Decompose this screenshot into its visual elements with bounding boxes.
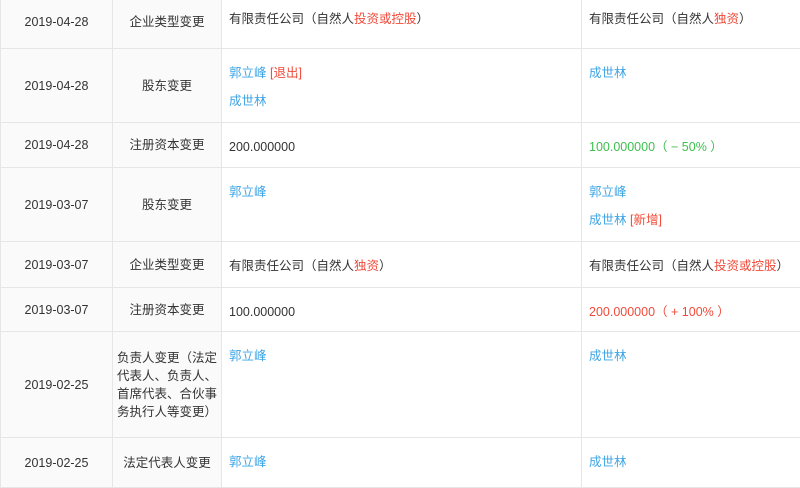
exit-tag: [退出]	[270, 66, 302, 80]
capital-after: 200.000000（ + 100% ）	[589, 305, 730, 319]
person-link[interactable]: 郭立峰	[229, 349, 267, 363]
capital-after: 100.000000（ − 50% ）	[589, 140, 723, 154]
change-date: 2019-04-28	[1, 49, 113, 123]
shareholder-link[interactable]: 郭立峰	[229, 185, 267, 199]
before-cell: 郭立峰	[222, 332, 582, 438]
table-row: 2019-03-07 企业类型变更 有限责任公司（自然人独资） 有限责任公司（自…	[1, 242, 800, 288]
table-row: 2019-04-28 企业类型变更 有限责任公司（自然人投资或控股） 有限责任公…	[1, 0, 800, 49]
shareholder-link[interactable]: 成世林	[589, 213, 627, 227]
change-date: 2019-03-07	[1, 288, 113, 332]
before-cell: 有限责任公司（自然人独资）	[222, 242, 582, 288]
before-cell: 100.000000	[222, 288, 582, 332]
highlight-text: 独资	[354, 259, 379, 273]
change-type: 注册资本变更	[113, 123, 222, 168]
capital-before: 200.000000	[229, 140, 295, 154]
change-type: 企业类型变更	[113, 0, 222, 49]
before-cell: 郭立峰	[222, 438, 582, 488]
shareholder-link[interactable]: 郭立峰	[229, 66, 267, 80]
change-date: 2019-03-07	[1, 168, 113, 242]
person-link[interactable]: 郭立峰	[229, 455, 267, 469]
after-cell: 100.000000（ − 50% ）	[582, 123, 800, 168]
before-cell: 有限责任公司（自然人投资或控股）	[222, 0, 582, 49]
change-date: 2019-02-25	[1, 332, 113, 438]
change-type: 注册资本变更	[113, 288, 222, 332]
after-cell: 成世林	[582, 438, 800, 488]
person-link[interactable]: 成世林	[589, 455, 627, 469]
value-suffix: ）	[379, 259, 392, 273]
value-text: 有限责任公司（自然人	[589, 12, 714, 26]
after-cell: 有限责任公司（自然人投资或控股）	[582, 242, 800, 288]
before-cell: 200.000000	[222, 123, 582, 168]
table-row: 2019-02-25 法定代表人变更 郭立峰 成世林	[1, 438, 800, 488]
capital-before: 100.000000	[229, 305, 295, 319]
shareholder-link[interactable]: 郭立峰	[589, 185, 627, 199]
table-row: 2019-02-25 负责人变更（法定代表人、负责人、首席代表、合伙事务执行人等…	[1, 332, 800, 438]
after-cell: 郭立峰 成世林 [新增]	[582, 168, 800, 242]
change-type: 股东变更	[113, 168, 222, 242]
change-type: 企业类型变更	[113, 242, 222, 288]
change-type: 法定代表人变更	[113, 438, 222, 488]
table-row: 2019-04-28 注册资本变更 200.000000 100.000000（…	[1, 123, 800, 168]
table-row: 2019-03-07 注册资本变更 100.000000 200.000000（…	[1, 288, 800, 332]
value-text: 有限责任公司（自然人	[589, 259, 714, 273]
value-text: 有限责任公司（自然人	[229, 259, 354, 273]
change-records-table: 2019-04-28 企业类型变更 有限责任公司（自然人投资或控股） 有限责任公…	[0, 0, 800, 488]
after-cell: 成世林	[582, 332, 800, 438]
after-cell: 成世林	[582, 49, 800, 123]
highlight-text: 投资或控股	[714, 259, 777, 273]
highlight-text: 投资或控股	[354, 12, 417, 26]
shareholder-link[interactable]: 成世林	[229, 94, 267, 108]
change-date: 2019-03-07	[1, 242, 113, 288]
after-cell: 有限责任公司（自然人独资）	[582, 0, 800, 49]
before-cell: 郭立峰 [退出] 成世林	[222, 49, 582, 123]
before-cell: 郭立峰	[222, 168, 582, 242]
table-row: 2019-03-07 股东变更 郭立峰 郭立峰 成世林 [新增]	[1, 168, 800, 242]
table-row: 2019-04-28 股东变更 郭立峰 [退出] 成世林 成世林	[1, 49, 800, 123]
person-link[interactable]: 成世林	[589, 349, 627, 363]
change-type: 负责人变更（法定代表人、负责人、首席代表、合伙事务执行人等变更）	[113, 332, 222, 438]
value-suffix: ）	[739, 12, 752, 26]
value-suffix: ）	[777, 259, 790, 273]
change-date: 2019-02-25	[1, 438, 113, 488]
change-date: 2019-04-28	[1, 0, 113, 49]
value-suffix: ）	[417, 12, 430, 26]
highlight-text: 独资	[714, 12, 739, 26]
change-type: 股东变更	[113, 49, 222, 123]
shareholder-link[interactable]: 成世林	[589, 66, 627, 80]
value-text: 有限责任公司（自然人	[229, 12, 354, 26]
new-tag: [新增]	[630, 213, 662, 227]
change-date: 2019-04-28	[1, 123, 113, 168]
after-cell: 200.000000（ + 100% ）	[582, 288, 800, 332]
